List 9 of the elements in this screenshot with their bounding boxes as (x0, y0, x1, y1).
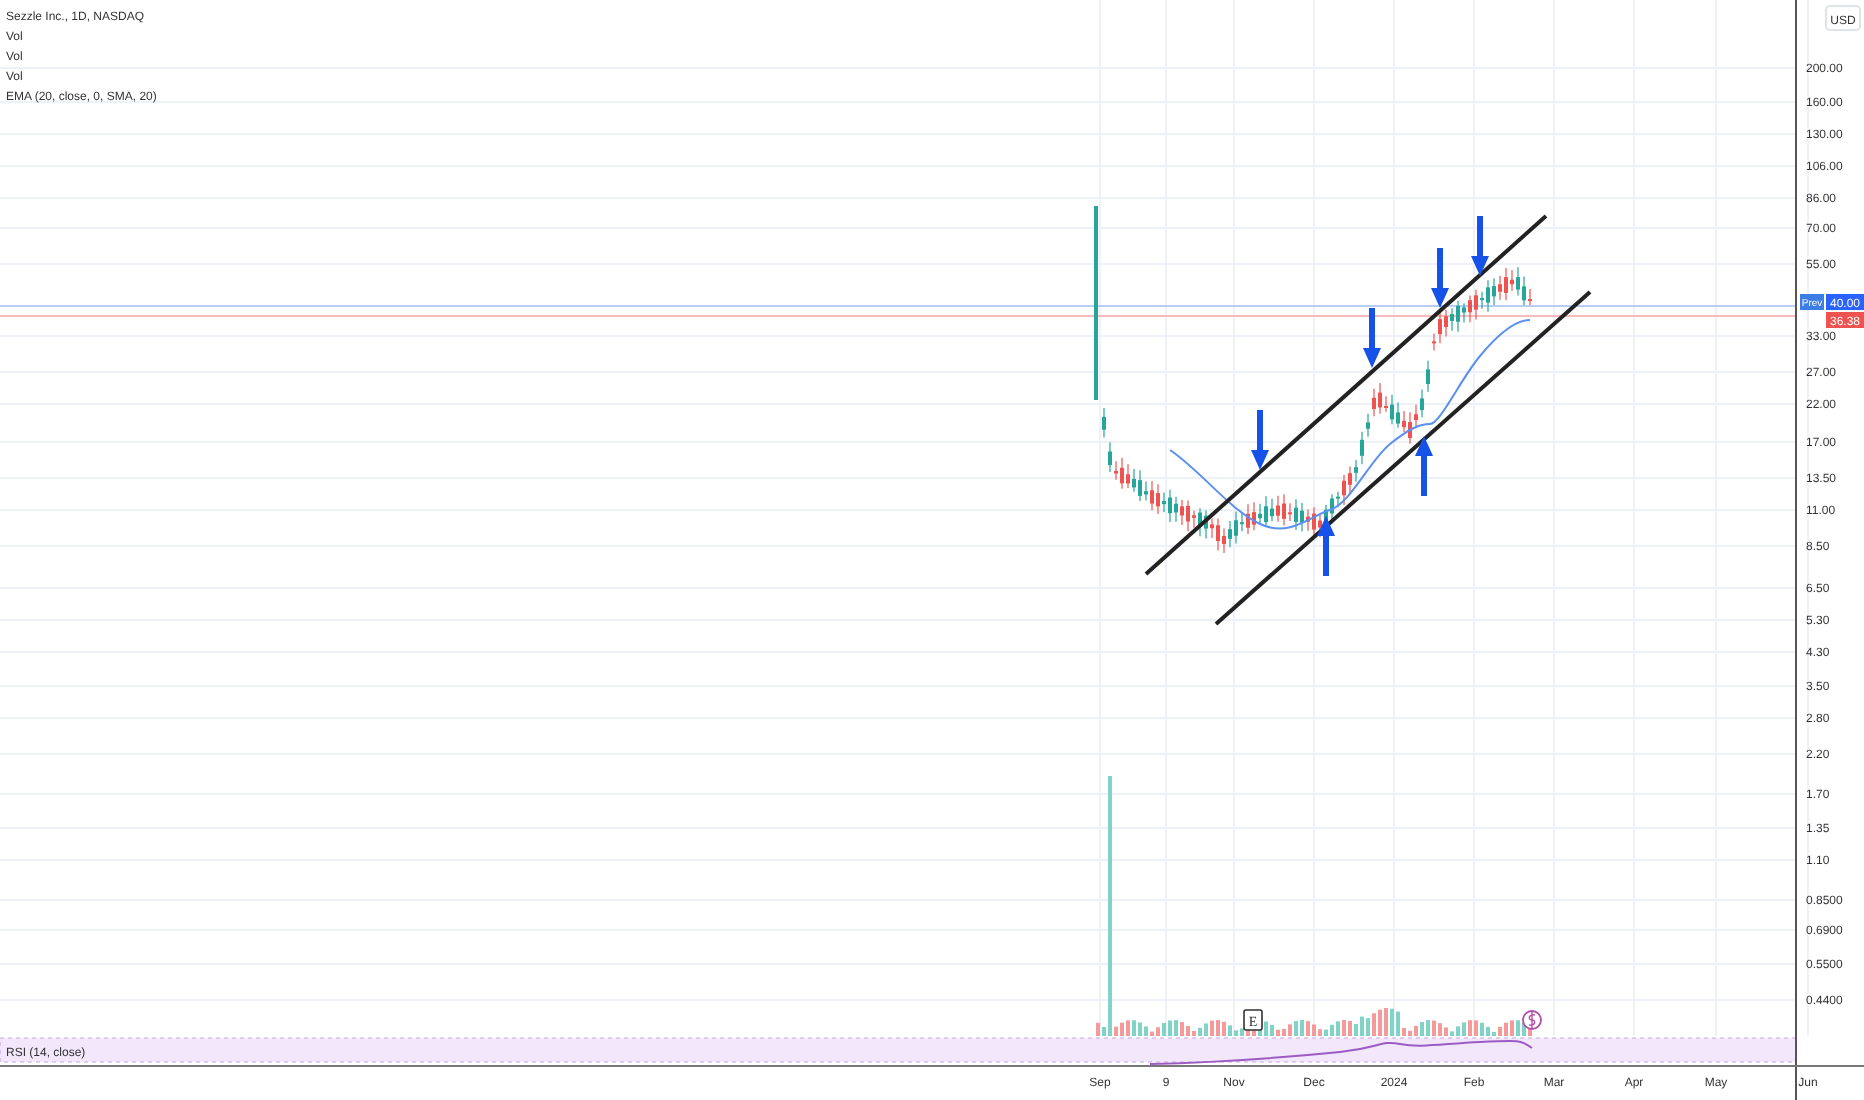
down-arrow-icon (1471, 216, 1489, 276)
down-arrow-icon (1251, 410, 1269, 470)
down-arrow-icon (1431, 248, 1449, 308)
up-arrow-icon (1415, 436, 1433, 496)
up-arrow-icon (1317, 516, 1335, 576)
down-arrow-icon (1363, 308, 1381, 368)
trend-line[interactable] (1144, 214, 1548, 576)
dividend-marker-icon[interactable] (1522, 1010, 1542, 1030)
trend-line[interactable] (1214, 290, 1592, 626)
